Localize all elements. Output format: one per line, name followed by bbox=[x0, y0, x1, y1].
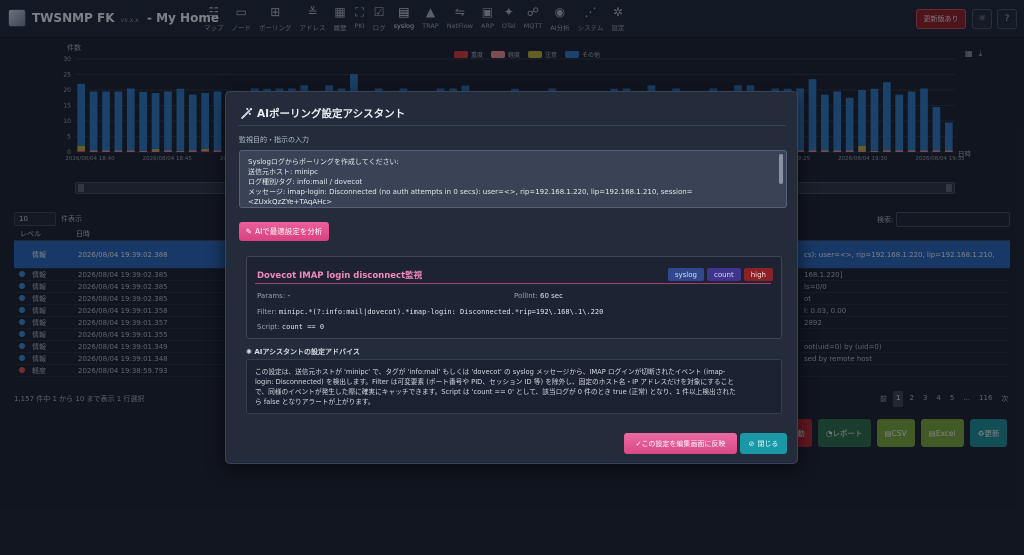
rule-tag-high: high bbox=[743, 268, 773, 281]
ai-polling-assistant-dialog: 🪄︎ AIポーリング設定アシスタント 監視目的・指示の入力 Syslogログから… bbox=[225, 91, 798, 464]
rule-tag-count: count bbox=[706, 268, 741, 281]
prompt-line: Syslogログからポーリングを作成してください: bbox=[248, 158, 399, 166]
textarea-scrollbar[interactable] bbox=[779, 154, 783, 184]
input-label: 監視目的・指示の入力 bbox=[239, 136, 309, 144]
apply-to-editor-button[interactable]: ✓ この設定を編集画面に反映 bbox=[624, 433, 737, 454]
advice-line: この設定は、送信元ホストが 'minipc' で、タグが 'info:mail'… bbox=[255, 368, 726, 376]
advice-line: login: Disconnected) を検出します。Filter は可変要素… bbox=[255, 378, 734, 386]
close-circle-icon: ⊘ bbox=[748, 439, 755, 448]
dialog-title-text: AIポーリング設定アシスタント bbox=[257, 108, 406, 120]
advice-heading-text: AIアシスタントの設定アドバイス bbox=[254, 348, 360, 356]
advice-line: ら false となりアラートが上がります。 bbox=[255, 398, 375, 406]
divider bbox=[238, 125, 786, 126]
rule-filter: Filter: minipc.*(?:info:mail|dovecot).*i… bbox=[257, 308, 603, 316]
close-button[interactable]: ⊘ 閉じる bbox=[740, 433, 787, 454]
apply-button-label: この設定を編集画面に反映 bbox=[641, 439, 726, 448]
prompt-textarea[interactable]: Syslogログからポーリングを作成してください: 送信元ホスト: minipc ロ… bbox=[239, 150, 787, 208]
rule-script: Script: count == 0 bbox=[257, 323, 324, 331]
dialog-title: 🪄︎ AIポーリング設定アシスタント bbox=[240, 106, 405, 121]
prompt-line: 送信元ホスト: minipc bbox=[248, 168, 319, 176]
magic-wand-icon: 🪄︎ bbox=[240, 108, 257, 120]
filter-label: Filter: bbox=[257, 308, 277, 316]
rule-name: Dovecot IMAP login disconnect監視 bbox=[257, 271, 423, 281]
advice-line: で、同様のイベントが発生した際に確実にキャッチできます。Script は 'co… bbox=[255, 388, 736, 396]
rule-tags: syslog count high bbox=[667, 268, 773, 281]
advice-heading: ✺ AIアシスタントの設定アドバイス bbox=[246, 347, 360, 357]
script-value: count == 0 bbox=[281, 323, 325, 331]
close-button-label: 閉じる bbox=[757, 439, 779, 448]
analyze-button[interactable]: ✎ AIで最適設定を分析 bbox=[239, 222, 329, 241]
prompt-line: <ZUxkQzZYe+TAqAHc> bbox=[248, 198, 333, 206]
pollint-value: 60 sec bbox=[539, 292, 563, 300]
magic-wand-icon: ✎ bbox=[245, 227, 252, 236]
advice-text: この設定は、送信元ホストが 'minipc' で、タグが 'info:mail'… bbox=[246, 359, 782, 414]
pollint-label: PollInt: bbox=[514, 292, 538, 300]
rule-params: Params: - bbox=[257, 292, 290, 300]
filter-value: minipc.*(?:info:mail|dovecot).*imap-logi… bbox=[278, 308, 604, 316]
params-label: Params: bbox=[257, 292, 286, 300]
script-label: Script: bbox=[257, 323, 280, 331]
prompt-line: メッセージ: imap-login: Disconnected (no auth… bbox=[248, 188, 693, 196]
prompt-line: ログ種別/タグ: info:mail / dovecot bbox=[248, 178, 363, 186]
rule-tag-syslog: syslog bbox=[667, 268, 704, 281]
params-value: - bbox=[287, 292, 290, 300]
rule-pollint: PollInt: 60 sec bbox=[514, 292, 563, 300]
analyze-button-label: AIで最適設定を分析 bbox=[254, 227, 323, 236]
suggested-rule-card: Dovecot IMAP login disconnect監視 syslog co… bbox=[246, 256, 782, 339]
rule-divider bbox=[255, 283, 771, 284]
